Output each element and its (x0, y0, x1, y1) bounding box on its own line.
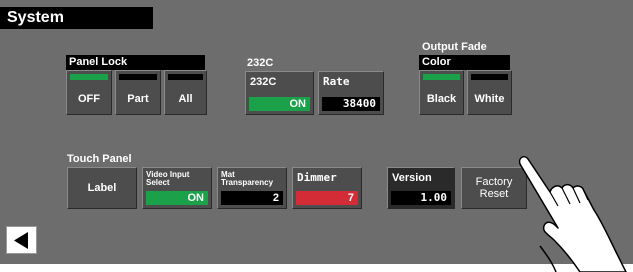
button-label: Mat Transparency (221, 171, 273, 187)
back-button[interactable] (6, 226, 37, 254)
mat-transparency-button[interactable]: Mat Transparency 2 (217, 167, 287, 209)
output-fade-label: Output Fade (422, 41, 487, 53)
panel-lock-header: Panel Lock (66, 55, 205, 70)
rate-button[interactable]: Rate 38400 (318, 71, 384, 115)
button-label: Video Input Select (146, 171, 189, 187)
pointing-hand-icon (518, 156, 627, 272)
inactive-indicator (168, 74, 203, 80)
button-label-line2: Transparency (221, 178, 274, 187)
panel-lock-off-button[interactable]: OFF (66, 70, 112, 115)
inactive-indicator (471, 74, 508, 80)
mat-transparency-value: 2 (221, 191, 283, 205)
button-label: Part (127, 93, 149, 105)
video-input-select-button[interactable]: Video Input Select ON (142, 167, 212, 209)
dimmer-value: 7 (296, 191, 358, 205)
rate-value: 38400 (322, 97, 380, 111)
button-label: OFF (78, 93, 100, 105)
video-input-select-value: ON (146, 191, 208, 205)
button-label: Dimmer (297, 171, 337, 184)
dimmer-button[interactable]: Dimmer 7 (292, 167, 362, 209)
version-label: Version (392, 172, 432, 184)
rs232c-label: 232C (247, 57, 274, 69)
back-arrow-icon (14, 232, 28, 249)
active-indicator (70, 74, 108, 80)
touch-panel-label: Touch Panel (67, 153, 132, 165)
button-label: All (178, 93, 193, 105)
button-label: Black (426, 93, 457, 105)
panel-lock-all-button[interactable]: All (164, 70, 207, 115)
version-display: Version 1.00 (387, 167, 455, 209)
page-title: System (0, 7, 153, 29)
button-label: Rate (323, 75, 350, 88)
button-label-line2: Select (146, 178, 170, 187)
label-button[interactable]: Label (67, 167, 137, 209)
active-indicator (423, 74, 460, 80)
rs232c-toggle-button[interactable]: 232C ON (245, 71, 314, 115)
panel-lock-part-button[interactable]: Part (115, 70, 161, 115)
toggle-value: ON (249, 97, 310, 111)
button-label: White (474, 93, 505, 105)
button-label: 232C (250, 76, 277, 88)
fade-black-button[interactable]: Black (419, 70, 464, 115)
fade-white-button[interactable]: White (467, 70, 512, 115)
version-value: 1.00 (391, 191, 451, 205)
output-fade-color-header: Color (419, 55, 510, 70)
inactive-indicator (119, 74, 157, 80)
button-label: Label (87, 182, 117, 194)
